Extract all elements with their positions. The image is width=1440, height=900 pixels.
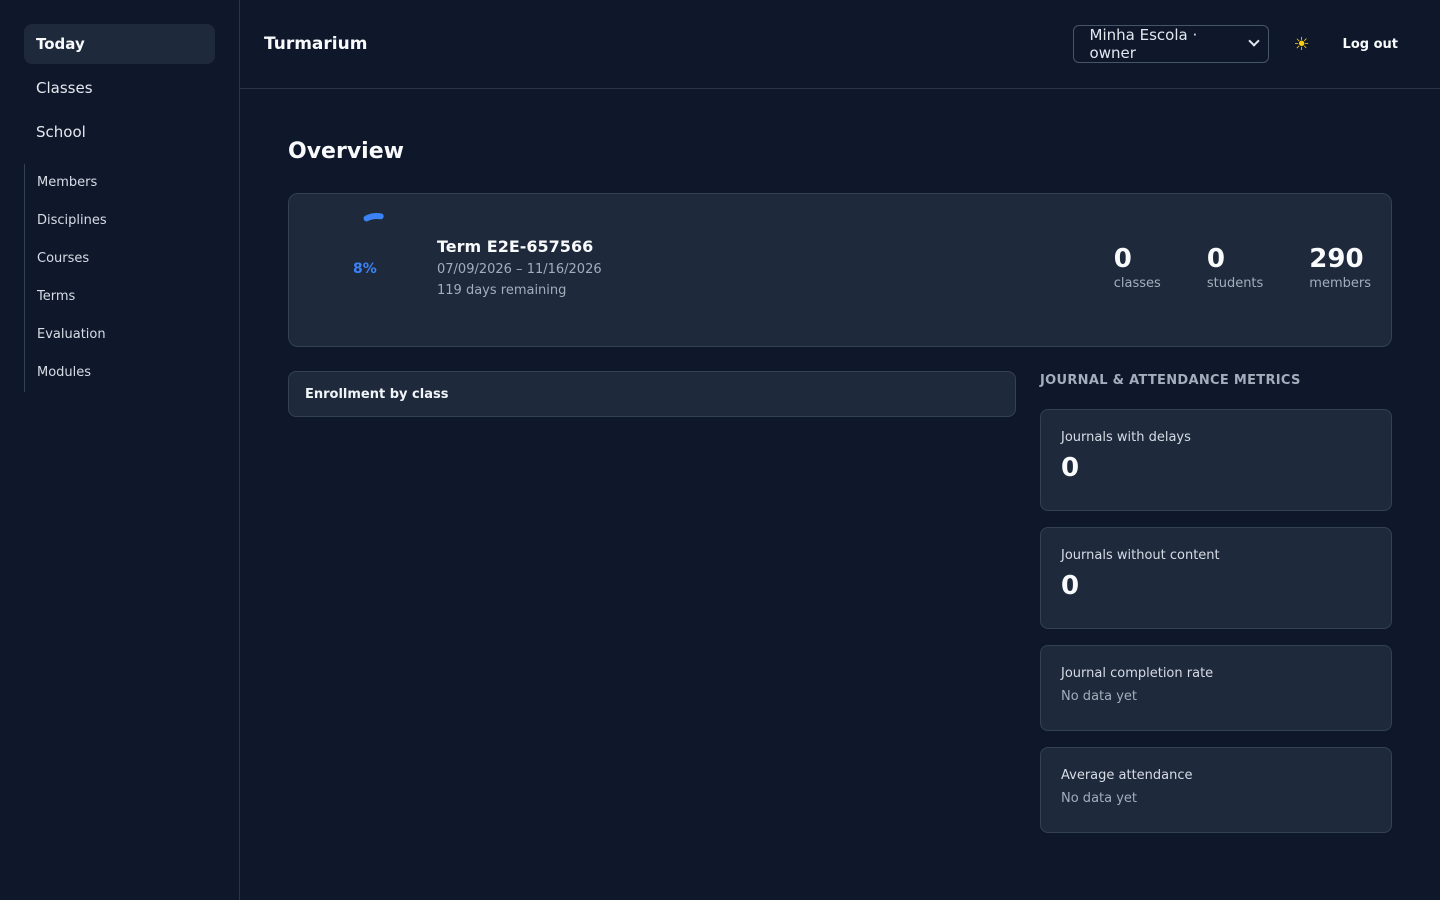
stat-value: 0 bbox=[1206, 244, 1225, 274]
stat-label: members bbox=[1309, 276, 1371, 291]
journal-metrics: JOURNAL & ATTENDANCE METRICS Journals wi… bbox=[1040, 371, 1392, 833]
sidebar-item-school[interactable]: School bbox=[24, 112, 215, 152]
theme-toggle-button[interactable]: ☀ bbox=[1285, 27, 1319, 61]
school-role-select[interactable]: Minha Escola · owner bbox=[1072, 25, 1269, 63]
metric-journals-with-delays: Journals with delays 0 bbox=[1040, 409, 1392, 511]
term-stats: 0 classes 0 students 290 members bbox=[1068, 244, 1371, 291]
sidebar-item-classes[interactable]: Classes bbox=[24, 68, 215, 108]
metric-journal-completion-rate: Journal completion rate No data yet bbox=[1040, 645, 1392, 731]
page-title: Overview bbox=[288, 139, 404, 164]
metric-label: Average attendance bbox=[1061, 768, 1193, 783]
term-progress-label: 8% bbox=[353, 261, 377, 277]
metric-value: 0 bbox=[1061, 571, 1080, 601]
stat-students: 0 students bbox=[1207, 244, 1263, 291]
overview-content: Overview 8% Term E2E-657566 07/09/2026 –… bbox=[240, 89, 1440, 833]
metric-label: Journal completion rate bbox=[1061, 666, 1214, 681]
progress-arc bbox=[363, 213, 384, 222]
term-card: 8% Term E2E-657566 07/09/2026 – 11/16/20… bbox=[288, 193, 1392, 347]
metric-label: Journals with delays bbox=[1061, 430, 1191, 445]
term-name: Term E2E-657566 bbox=[437, 237, 594, 256]
metrics-heading: JOURNAL & ATTENDANCE METRICS bbox=[1040, 373, 1301, 388]
term-remaining: 119 days remaining bbox=[437, 283, 567, 298]
sidebar-item-courses[interactable]: Courses bbox=[37, 240, 215, 278]
enrollment-title: Enrollment by class bbox=[305, 386, 449, 402]
sidebar-item-today[interactable]: Today bbox=[24, 24, 215, 64]
stat-classes: 0 classes bbox=[1114, 244, 1161, 291]
sidebar-item-disciplines[interactable]: Disciplines bbox=[37, 202, 215, 240]
term-dates: 07/09/2026 – 11/16/2026 bbox=[437, 262, 602, 277]
sun-icon: ☀ bbox=[1293, 33, 1310, 55]
stat-value: 0 bbox=[1113, 244, 1132, 274]
topbar-actions: Minha Escola · owner ☀ Log out bbox=[1072, 25, 1416, 63]
metric-label: Journals without content bbox=[1061, 548, 1220, 563]
school-subnav: Members Disciplines Courses Terms Evalua… bbox=[24, 164, 215, 392]
logout-button[interactable]: Log out bbox=[1343, 37, 1398, 52]
metric-note: No data yet bbox=[1061, 689, 1138, 704]
stat-value: 290 bbox=[1309, 244, 1364, 274]
term-info: Term E2E-657566 07/09/2026 – 11/16/2026 … bbox=[437, 237, 602, 298]
school-role-select-value: Minha Escola · owner bbox=[1089, 26, 1198, 62]
app-brand: Turmarium bbox=[264, 34, 368, 54]
chevron-down-icon bbox=[1247, 35, 1260, 47]
lower-section: Enrollment by class JOURNAL & ATTENDANCE… bbox=[288, 371, 1392, 833]
metric-journals-without-content: Journals without content 0 bbox=[1040, 527, 1392, 629]
sidebar-item-terms[interactable]: Terms bbox=[37, 278, 215, 316]
stat-label: students bbox=[1206, 276, 1264, 291]
metric-value: 0 bbox=[1061, 453, 1080, 483]
stat-members: 290 members bbox=[1309, 244, 1371, 291]
metric-note: No data yet bbox=[1061, 791, 1138, 806]
sidebar: Today Classes School Members Disciplines… bbox=[0, 0, 240, 900]
sidebar-item-evaluation[interactable]: Evaluation bbox=[37, 316, 215, 354]
metric-average-attendance: Average attendance No data yet bbox=[1040, 747, 1392, 833]
app: Today Classes School Members Disciplines… bbox=[0, 0, 1440, 900]
stat-label: classes bbox=[1113, 276, 1161, 291]
main-area: Turmarium Minha Escola · owner ☀ Log out… bbox=[240, 0, 1440, 900]
sidebar-item-members[interactable]: Members bbox=[37, 164, 215, 202]
sidebar-item-modules[interactable]: Modules bbox=[37, 354, 215, 392]
topbar: Turmarium Minha Escola · owner ☀ Log out bbox=[240, 0, 1440, 89]
enrollment-by-class-card: Enrollment by class bbox=[288, 371, 1016, 417]
